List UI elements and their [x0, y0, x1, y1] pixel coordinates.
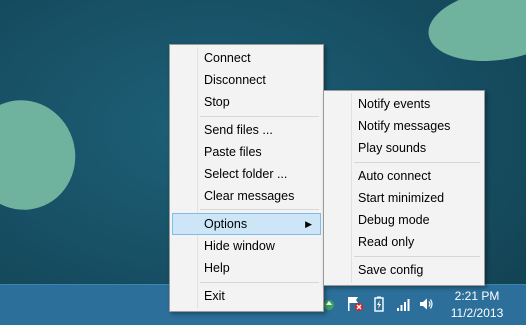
speaker-icon[interactable]	[418, 296, 434, 312]
clock-time: 2:21 PM	[454, 289, 500, 303]
menu-separator	[200, 282, 319, 283]
menu-separator	[354, 162, 480, 163]
options-submenu: Notify events Notify messages Play sound…	[323, 90, 485, 286]
menu-item-options-label: Options	[204, 217, 248, 231]
clock-date: 11/2/2013	[450, 306, 504, 320]
menu-separator	[354, 256, 480, 257]
menu-item-exit[interactable]: Exit	[172, 285, 321, 307]
menu-item-stop[interactable]: Stop	[172, 91, 321, 113]
submenu-arrow-icon: ▶	[305, 219, 312, 229]
menu-item-send-files[interactable]: Send files ...	[172, 119, 321, 141]
menu-item-hide-window[interactable]: Hide window	[172, 235, 321, 257]
submenu-item-play-sounds[interactable]: Play sounds	[326, 137, 482, 159]
menu-item-select-folder[interactable]: Select folder ...	[172, 163, 321, 185]
wallpaper-shape	[423, 0, 526, 70]
wallpaper-shape	[0, 86, 90, 224]
power-icon[interactable]	[372, 296, 386, 312]
submenu-item-notify-events[interactable]: Notify events	[326, 93, 482, 115]
menu-item-help[interactable]: Help	[172, 257, 321, 279]
action-center-flag-icon[interactable]	[346, 296, 364, 312]
submenu-item-read-only[interactable]: Read only	[326, 231, 482, 253]
menu-item-connect[interactable]: Connect	[172, 47, 321, 69]
menu-separator	[200, 116, 319, 117]
menu-item-clear-messages[interactable]: Clear messages	[172, 185, 321, 207]
submenu-item-auto-connect[interactable]: Auto connect	[326, 165, 482, 187]
menu-item-paste-files[interactable]: Paste files	[172, 141, 321, 163]
submenu-item-debug-mode[interactable]: Debug mode	[326, 209, 482, 231]
context-menu: Connect Disconnect Stop Send files ... P…	[169, 44, 324, 312]
menu-separator	[200, 209, 319, 210]
tray-clock[interactable]: 2:21 PM 11/2/2013	[440, 288, 514, 322]
menu-item-disconnect[interactable]: Disconnect	[172, 69, 321, 91]
submenu-item-save-config[interactable]: Save config	[326, 259, 482, 281]
signal-bars-icon[interactable]	[396, 296, 412, 312]
menu-item-options[interactable]: Options ▶	[172, 213, 321, 235]
submenu-item-start-minimized[interactable]: Start minimized	[326, 187, 482, 209]
network-app-icon[interactable]	[322, 296, 336, 312]
submenu-item-notify-messages[interactable]: Notify messages	[326, 115, 482, 137]
